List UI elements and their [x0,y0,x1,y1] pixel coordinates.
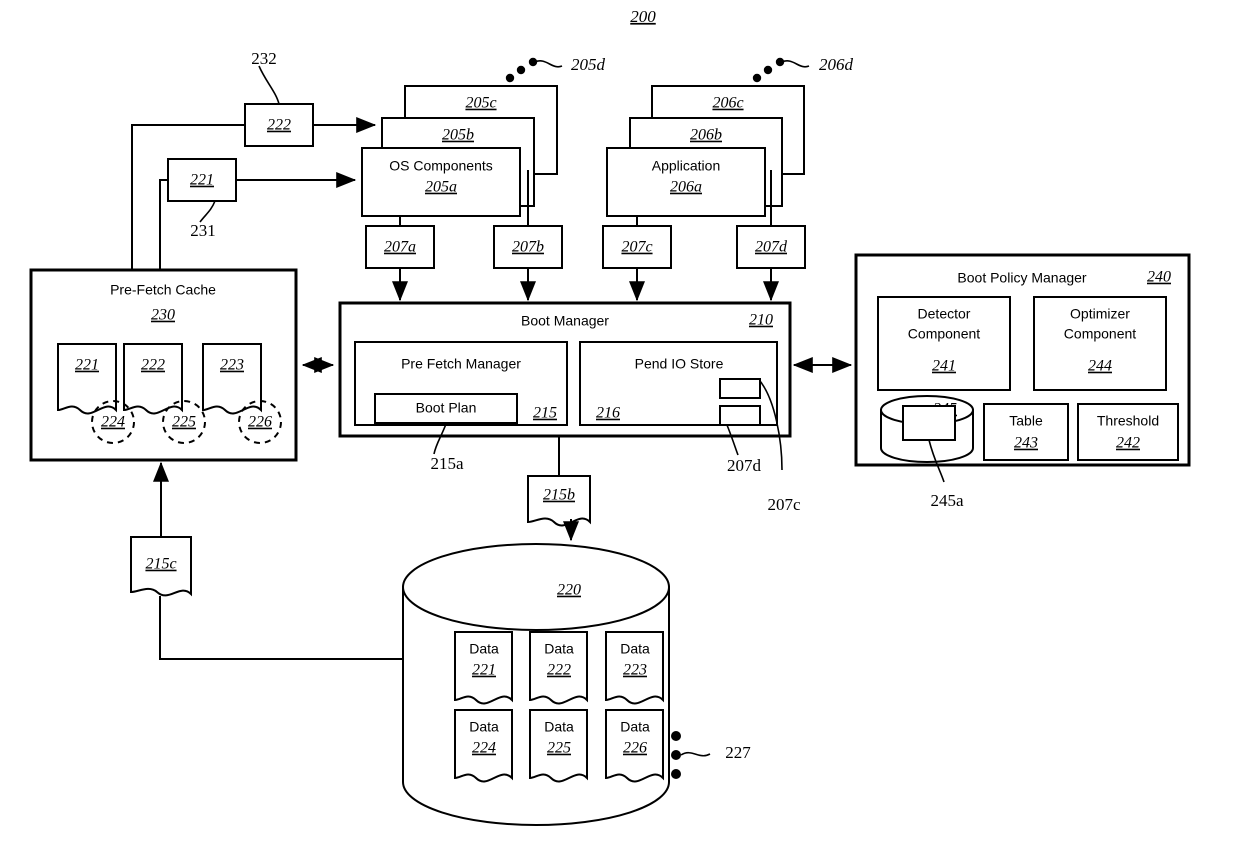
callout-231-leader [199,200,216,223]
application-ref: 206a [670,179,702,196]
boot-policy-manager-ref: 240 [1147,269,1171,286]
app-layer-206b-ref: 206b [690,127,722,144]
storage-ref: 220 [557,582,581,599]
threshold-ref: 242 [1116,435,1140,452]
table-ref: 243 [1014,435,1038,452]
io-request-207d-ref: 207d [755,239,788,256]
optimizer-component-ref: 244 [1088,358,1112,375]
storage-to-215c-line [159,596,403,660]
cache-page-222-shape [123,343,183,415]
storage-data-225-ref: 225 [547,740,571,757]
storage-data-221-ref: 221 [472,662,496,679]
storage-data-225-label: Data [544,719,574,735]
io-request-207b-ref: 207b [512,239,544,256]
detector-component-line1: Detector [918,306,971,322]
pend-io-store-ref: 216 [596,405,620,422]
storage-data-221-label: Data [469,641,499,657]
callout-245a-label: 245a [930,491,964,510]
cache-to-feeder-221-line [159,179,168,270]
threshold-label: Threshold [1097,413,1159,429]
io-request-207c-ref: 207c [621,239,652,256]
io-request-207a-ref: 207a [384,239,416,256]
os-ellipsis-dot-2 [516,65,526,75]
os-ellipsis-dot-1 [505,73,515,83]
pend-io-store-label: Pend IO Store [635,356,724,372]
boot-policy-manager-label: Boot Policy Manager [957,270,1087,286]
pre-fetch-cache-label: Pre-Fetch Cache [110,282,216,298]
detector-component-ref: 241 [932,358,956,375]
cache-page-222-ref: 222 [141,357,165,374]
storage-ellipsis-leader [680,751,711,757]
storage-data-224-ref: 224 [472,740,496,757]
pre-fetch-cache-ref: 230 [151,307,175,324]
os-components-label: OS Components [389,158,493,174]
boot-manager-label: Boot Manager [521,313,609,329]
boot-plan-label: Boot Plan [416,400,477,416]
app-layer-206c-ref: 206c [712,95,743,112]
diagram-svg: 200 205c 205b OS Components 205a 205d 20… [29,7,1191,826]
pend-io-slot-2 [719,405,761,426]
storage-data-226-ref: 226 [623,740,647,757]
os-ellipsis-leader [534,60,563,68]
boot-manager-ref: 210 [749,312,773,329]
app-ellipsis-dot-1 [752,73,762,83]
cache-page-223-ref: 223 [220,357,244,374]
callout-232-label: 232 [251,49,277,68]
table-label: Table [1009,413,1043,429]
os-ellipsis-ref: 205d [571,55,606,74]
storage-data-222-ref: 222 [547,662,571,679]
callout-207c-label: 207c [767,495,801,514]
storage-data-222-label: Data [544,641,574,657]
storage-data-226-label: Data [620,719,650,735]
callout-232-leader [258,65,280,105]
optimizer-component-line1: Optimizer [1070,306,1130,322]
app-ellipsis-leader [781,60,810,68]
os-components-ref: 205a [425,179,457,196]
storage-cylinder-top [402,543,670,631]
app-ellipsis-ref: 206d [819,55,854,74]
storage-ellipsis-dot-1 [671,731,681,741]
detector-component-line2: Component [908,326,980,342]
cache-feeder-222-ref: 222 [267,117,291,134]
os-layer-205c-ref: 205c [465,95,496,112]
cache-circle-225-ref: 225 [172,414,196,431]
storage-more-data-ref: 227 [725,743,751,762]
callout-207d-label: 207d [727,456,762,475]
storage-data-223-ref: 223 [623,662,647,679]
application-label: Application [652,158,721,174]
storage-ellipsis-dot-3 [671,769,681,779]
app-ellipsis-dot-2 [763,65,773,75]
pre-fetch-manager-ref: 215 [533,405,557,422]
storage-data-223-label: Data [620,641,650,657]
pre-fetch-manager-label: Pre Fetch Manager [401,356,521,372]
figure-number: 200 [630,7,656,26]
storage-data-224-label: Data [469,719,499,735]
cache-feeder-221-ref: 221 [190,172,214,189]
storage-ellipsis-dot-2 [671,750,681,760]
callout-231-label: 231 [190,221,216,240]
cache-page-221-shape [57,343,117,415]
plan-doc-215b-ref: 215b [543,487,575,504]
os-layer-205b-ref: 205b [442,127,474,144]
callout-215a-label: 215a [430,454,464,473]
feedback-doc-215c-ref: 215c [145,556,176,573]
cache-page-221-ref: 221 [75,357,99,374]
patent-figure-canvas: 200 205c 205b OS Components 205a 205d 20… [0,0,1240,848]
pend-io-slot-1 [719,378,761,399]
cache-circle-226-ref: 226 [248,414,272,431]
cache-circle-224-ref: 224 [101,414,125,431]
optimizer-component-line2: Component [1064,326,1136,342]
policy-store-inner-box [902,405,956,441]
